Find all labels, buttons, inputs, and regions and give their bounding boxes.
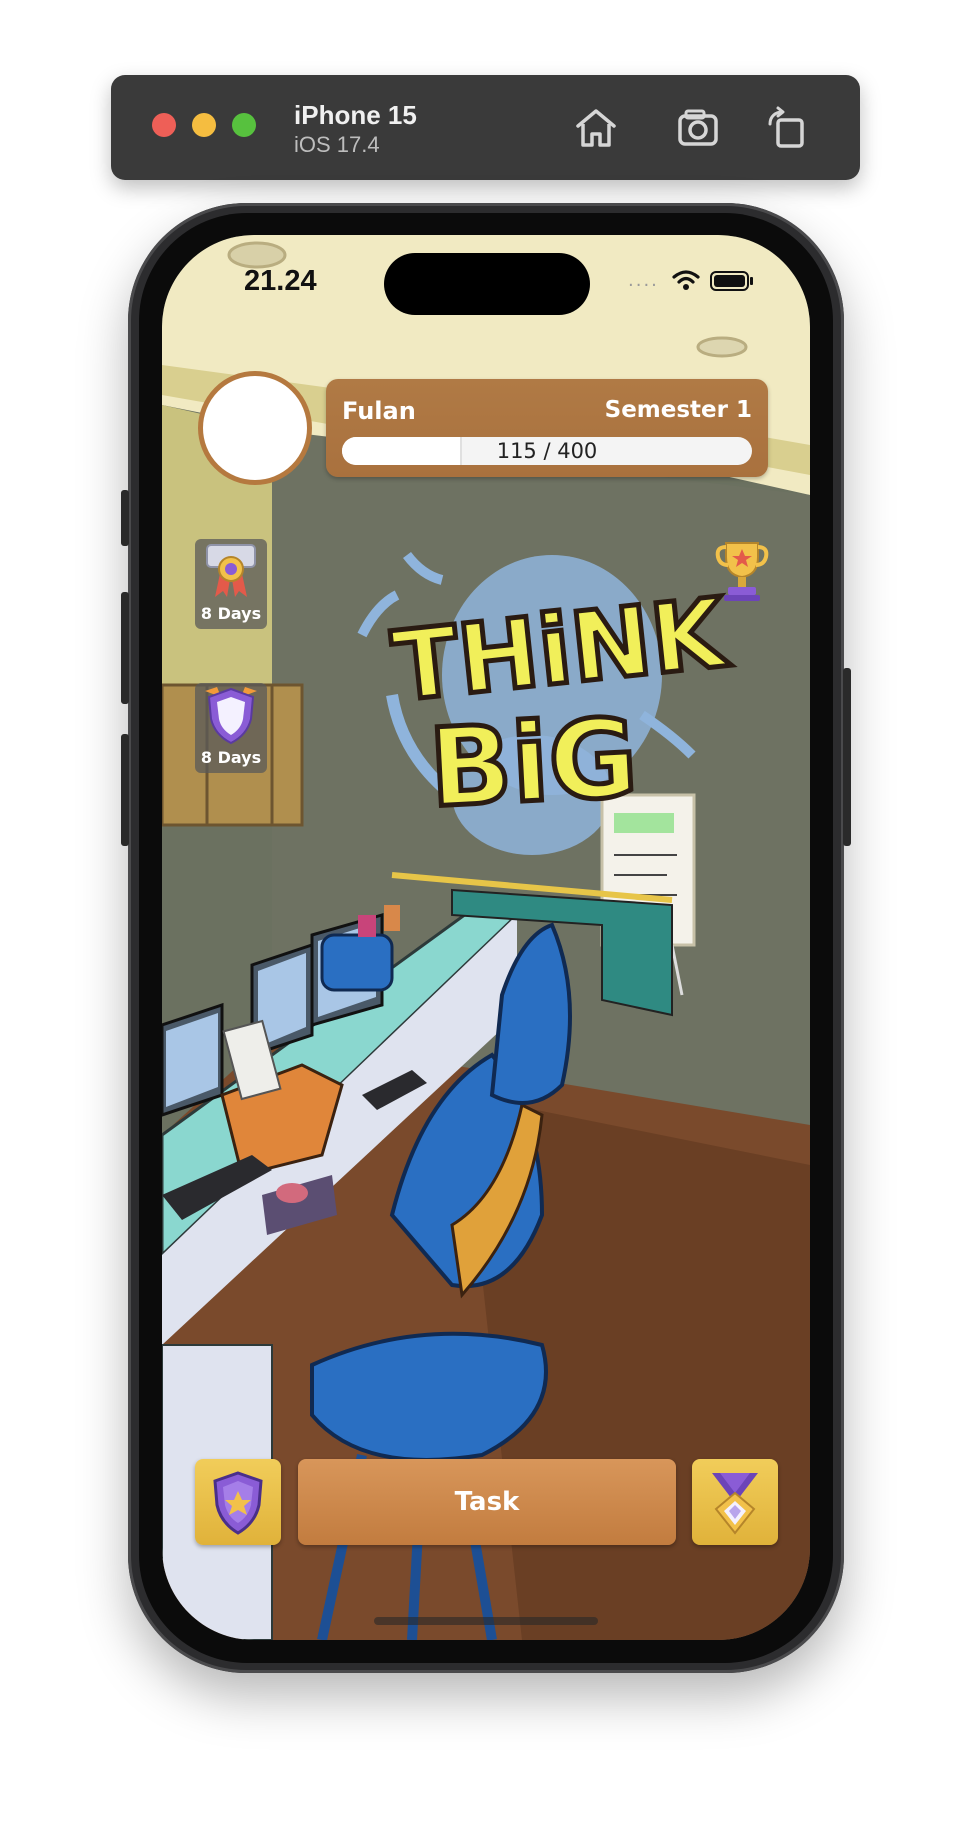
volume-down-button[interactable] bbox=[121, 734, 129, 846]
battery-icon bbox=[710, 271, 753, 291]
rotate-icon[interactable] bbox=[762, 104, 810, 152]
streak-badge-shield[interactable]: 8 Days bbox=[195, 683, 267, 773]
dynamic-island bbox=[384, 253, 590, 315]
simulator-toolbar bbox=[111, 75, 860, 180]
app-screen: THiNK BiG 21.24 ···· Fulan Semester 1 11… bbox=[162, 235, 810, 1640]
close-window-button[interactable] bbox=[152, 113, 176, 137]
action-button[interactable] bbox=[121, 490, 129, 546]
status-time: 21.24 bbox=[244, 265, 317, 297]
back-chair bbox=[320, 933, 394, 992]
xp-progress-bar: 115 / 400 bbox=[342, 437, 752, 465]
profile-panel: Fulan Semester 1 115 / 400 bbox=[326, 379, 768, 477]
avatar[interactable] bbox=[198, 371, 312, 485]
home-indicator[interactable] bbox=[374, 1617, 598, 1625]
device-name: iPhone 15 bbox=[294, 100, 417, 130]
volume-up-button[interactable] bbox=[121, 592, 129, 704]
wifi-icon bbox=[672, 270, 700, 290]
rank-medal-icon bbox=[712, 1473, 758, 1535]
signal-indicator: ···· bbox=[628, 275, 659, 296]
cup bbox=[384, 905, 400, 931]
badge-shield-icon bbox=[213, 1471, 263, 1535]
screenshot-icon[interactable] bbox=[674, 104, 722, 152]
power-button[interactable] bbox=[843, 668, 851, 846]
os-version: iOS 17.4 bbox=[294, 132, 380, 157]
rank-button[interactable] bbox=[692, 1459, 778, 1545]
zoom-window-button[interactable] bbox=[232, 113, 256, 137]
ceiling-light bbox=[227, 241, 287, 269]
badges-button[interactable] bbox=[195, 1459, 281, 1545]
cup bbox=[358, 915, 376, 937]
player-name: Fulan bbox=[342, 397, 416, 425]
home-icon[interactable] bbox=[572, 104, 620, 152]
streak-label: 8 Days bbox=[200, 748, 262, 767]
streak-badge-medal[interactable]: 8 Days bbox=[195, 539, 267, 629]
medal-icon bbox=[206, 544, 256, 597]
semester-label: Semester 1 bbox=[604, 397, 752, 423]
ceiling-light bbox=[696, 336, 748, 358]
trophy-icon[interactable] bbox=[714, 537, 770, 603]
task-button[interactable]: Task bbox=[298, 1459, 676, 1545]
streak-label: 8 Days bbox=[200, 604, 262, 623]
minimize-window-button[interactable] bbox=[192, 113, 216, 137]
mouse bbox=[276, 1183, 308, 1203]
xp-progress-text: 115 / 400 bbox=[496, 439, 598, 463]
wall-text-big: BiG bbox=[426, 696, 640, 832]
shield-icon bbox=[205, 687, 257, 745]
